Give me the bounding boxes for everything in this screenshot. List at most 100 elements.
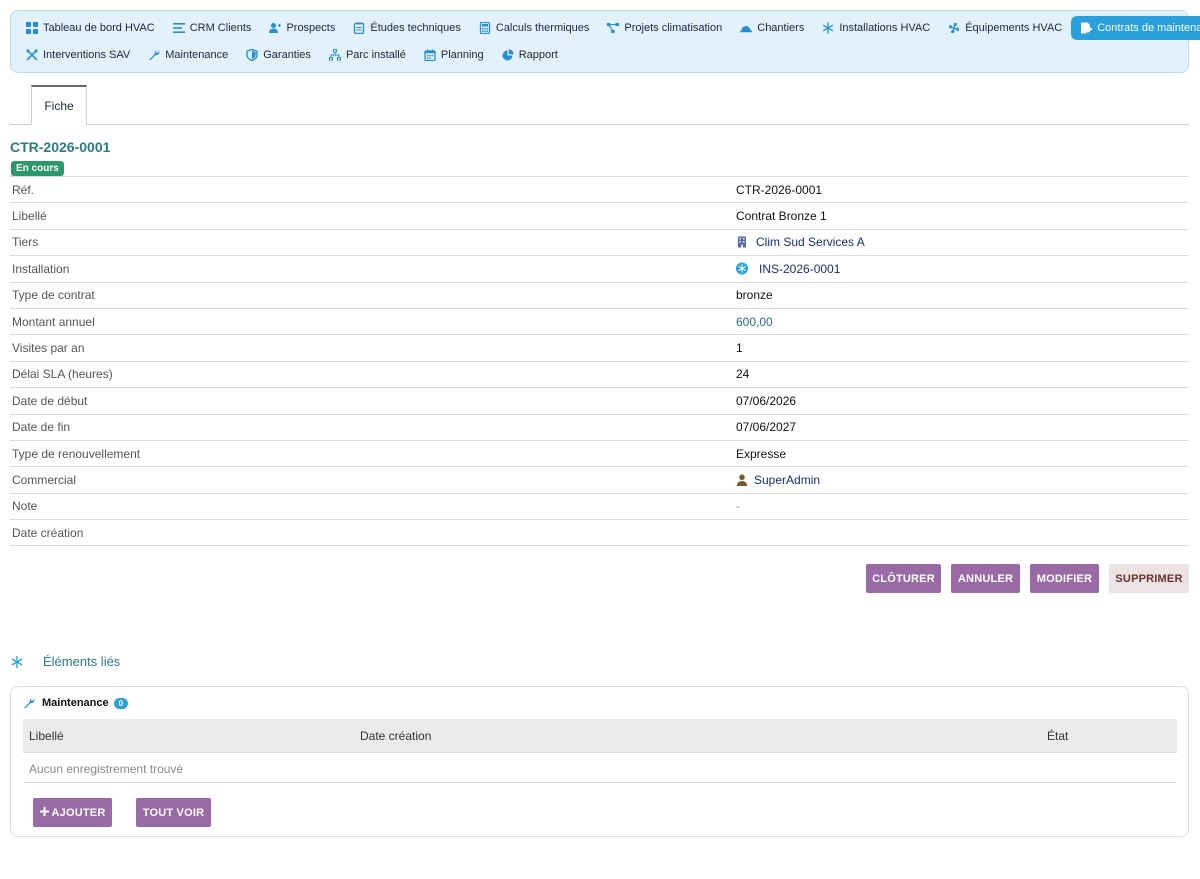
nav-item-rapport[interactable]: Rapport: [493, 43, 567, 67]
field-label: Réf.: [12, 182, 35, 197]
modifier-button[interactable]: MODIFIER: [1030, 564, 1099, 593]
field-row-installation: Installation INS-2026-0001: [10, 256, 1189, 283]
column-header-date-creation[interactable]: Date création: [360, 729, 431, 743]
field-label: Visites par an: [12, 341, 85, 356]
field-value-text: bronze: [736, 288, 773, 303]
nav-item-label: Rapport: [518, 49, 558, 61]
user-plus-icon: [269, 22, 282, 34]
sitemap-icon: [328, 49, 341, 61]
building-icon: [736, 236, 748, 248]
field-value-date-de-fin: 07/06/2027: [736, 420, 796, 434]
nav-item-label: Maintenance: [165, 49, 229, 61]
nav-item-projets-climatisation[interactable]: Projets climatisation: [598, 16, 731, 40]
tab-fiche[interactable]: Fiche: [31, 85, 87, 125]
nav-item-label: Études techniques: [370, 22, 461, 34]
field-label: Libellé: [12, 209, 47, 224]
list-icon: [172, 22, 185, 34]
count-badge: 0: [113, 697, 129, 709]
nav-item-label: Projets climatisation: [624, 22, 723, 34]
field-value-tiers[interactable]: Clim Sud Services A: [736, 235, 865, 249]
field-value-type-de-contrat: bronze: [736, 288, 773, 302]
nav-item-label: Installations HVAC: [839, 22, 931, 34]
field-label: Type de contrat: [12, 288, 95, 303]
field-label: Date de début: [12, 393, 88, 408]
annuler-button[interactable]: ANNULER: [951, 564, 1020, 593]
field-row-montant-annuel: Montant annuel 600,00: [10, 309, 1189, 336]
snowflake-icon: [822, 22, 834, 34]
nav-item-chantiers[interactable]: Chantiers: [731, 16, 813, 40]
field-row-visites-par-an: Visites par an 1: [10, 335, 1189, 362]
field-label: Date de fin: [12, 420, 71, 435]
nav-item-interventions-sav[interactable]: Interventions SAV: [17, 43, 139, 67]
field-table: Réf. CTR-2026-0001 Libellé Contrat Bronze 1…: [10, 176, 1189, 547]
fan-icon: [948, 22, 960, 34]
maintenance-panel-title: Maintenance 0: [23, 697, 129, 709]
field-value-montant-annuel: 600,00: [736, 315, 773, 329]
nav-item-prospects[interactable]: Prospects: [260, 16, 344, 40]
field-value-text: Clim Sud Services A: [756, 235, 865, 250]
field-value-delai-sla-heures: 24: [736, 367, 749, 381]
nav-item-equipements-hvac[interactable]: Équipements HVAC: [939, 16, 1071, 40]
column-header-libelle[interactable]: Libellé: [29, 729, 64, 743]
field-row-libelle: Libellé Contrat Bronze 1: [10, 203, 1189, 230]
field-value-text: 600,00: [736, 314, 773, 329]
field-label: Type de renouvellement: [12, 446, 141, 461]
field-label: Commercial: [12, 472, 77, 487]
nav-item-tableau-de-bord-hvac[interactable]: Tableau de bord HVAC: [17, 16, 164, 40]
field-value-text: -: [736, 499, 740, 514]
field-value-date-de-debut: 07/06/2026: [736, 394, 796, 408]
nav-item-label: Contrats de maintenance: [1097, 22, 1200, 34]
nav-item-label: Interventions SAV: [43, 49, 131, 61]
nav-item-label: Tableau de bord HVAC: [43, 22, 155, 34]
nav-item-planning[interactable]: Planning: [415, 43, 493, 67]
cloturer-button[interactable]: CLÔTURER: [866, 564, 941, 593]
project-diagram-icon: [607, 22, 620, 34]
nav-item-label: Chantiers: [757, 22, 805, 34]
wrench-icon: [148, 49, 160, 61]
field-label: Installation: [12, 261, 70, 276]
linked-elements-heading: Éléments liés: [10, 654, 120, 669]
field-value-text: SuperAdmin: [754, 472, 821, 487]
supprimer-button[interactable]: SUPPRIMER: [1109, 564, 1189, 593]
nav-item-calculs-thermiques[interactable]: Calculs thermiques: [470, 16, 599, 40]
nav-item-installations-hvac[interactable]: Installations HVAC: [813, 16, 939, 40]
nav-item-maintenance[interactable]: Maintenance: [139, 43, 237, 67]
nav-item-label: CRM Clients: [189, 22, 252, 34]
wrench-icon: [23, 697, 35, 709]
calendar-icon: [424, 49, 436, 61]
field-row-type-de-contrat: Type de contrat bronze: [10, 283, 1189, 309]
tab-bar: Fiche: [10, 85, 1189, 125]
nav-item-etudes-techniques[interactable]: Études techniques: [344, 16, 470, 40]
field-value-libelle: Contrat Bronze 1: [736, 209, 827, 223]
field-row-delai-sla-heures: Délai SLA (heures) 24: [10, 362, 1189, 389]
field-row-ref: Réf. CTR-2026-0001: [10, 177, 1189, 204]
add-button[interactable]: AJOUTER: [33, 798, 112, 827]
maintenance-panel: Maintenance 0 Libellé Date création État…: [10, 686, 1189, 837]
plus-icon: [39, 806, 49, 819]
maintenance-panel-label: Maintenance: [42, 697, 109, 709]
nav-item-crm-clients[interactable]: CRM Clients: [164, 16, 261, 40]
nav-row-1: Tableau de bord HVAC CRM Clients Prospects…: [17, 16, 1200, 40]
field-row-date-de-debut: Date de début 07/06/2026: [10, 388, 1189, 415]
nav-item-contrats-de-maintenance[interactable]: Contrats de maintenance: [1071, 16, 1200, 40]
field-value-installation[interactable]: INS-2026-0001: [736, 262, 840, 276]
nav-item-label: Garanties: [263, 49, 311, 61]
hard-hat-icon: [740, 22, 753, 34]
calculator-icon: [479, 22, 491, 34]
table-header: Libellé Date création État: [23, 719, 1177, 753]
linked-elements-title: Éléments liés: [43, 654, 121, 669]
clipboard-icon: [353, 22, 365, 34]
top-navigation: Tableau de bord HVAC CRM Clients Prospects…: [10, 10, 1200, 73]
field-value-text: INS-2026-0001: [759, 261, 841, 276]
nav-item-garanties[interactable]: Garanties: [237, 43, 320, 67]
nav-item-parc-installe[interactable]: Parc installé: [320, 43, 415, 67]
field-value-text: 24: [736, 367, 750, 382]
see-all-button[interactable]: TOUT VOIR: [136, 798, 211, 827]
field-value-commercial[interactable]: SuperAdmin: [736, 473, 820, 487]
field-row-date-de-fin: Date de fin 07/06/2027: [10, 415, 1189, 441]
field-value-ref: CTR-2026-0001: [736, 183, 822, 197]
field-value-type-de-renouvellement: Expresse: [736, 447, 786, 461]
field-value-note: -: [736, 499, 740, 513]
column-header-etat[interactable]: État: [1047, 729, 1068, 743]
status-badge: En cours: [11, 161, 64, 176]
